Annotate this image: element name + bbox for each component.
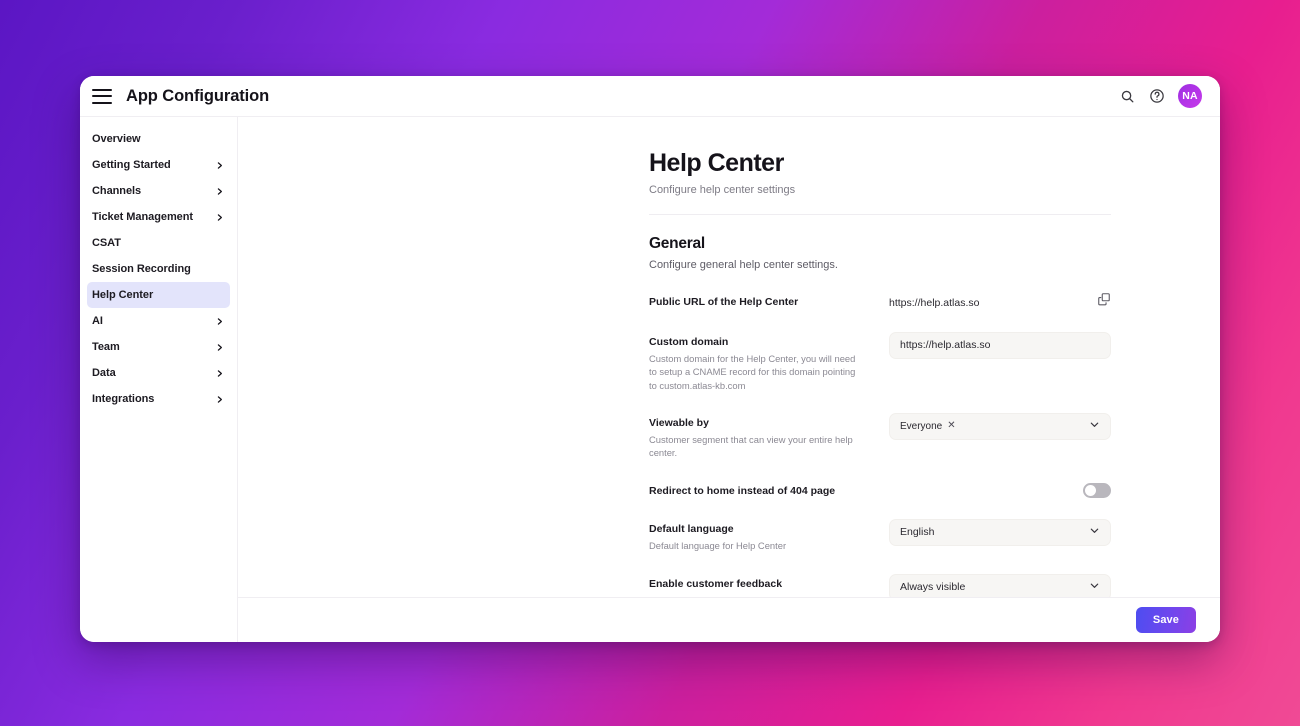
default-language-value: English	[900, 526, 935, 539]
sidebar-item-label: Overview	[92, 133, 141, 145]
customer-feedback-value: Always visible	[900, 581, 966, 593]
help-center-heading: Help Center	[649, 149, 784, 177]
sidebar-item-label: Ticket Management	[92, 211, 194, 223]
viewable-by-chips: Everyone ✕	[900, 419, 1081, 434]
setting-public-url: Public URL of the Help Center https://he…	[649, 292, 1111, 311]
content-area: Help Center Configure help center settin…	[238, 117, 1220, 642]
sidebar-item-label: Session Recording	[92, 263, 191, 275]
default-language-select[interactable]: English	[889, 518, 1111, 546]
custom-domain-input[interactable]: https://help.atlas.so	[889, 331, 1111, 359]
chevron-right-icon	[215, 187, 224, 196]
setting-customer-feedback: Enable customer feedback Allows customer…	[649, 573, 1111, 598]
sidebar-item-label: CSAT	[92, 237, 121, 249]
content-scroll-region[interactable]: Help Center Configure help center settin…	[238, 117, 1220, 597]
setting-title: Enable customer feedback	[649, 577, 783, 590]
help-center-subheading: Configure help center settings	[649, 183, 796, 196]
chevron-down-icon	[1089, 525, 1100, 539]
setting-redirect-home: Redirect to home instead of 404 page	[649, 481, 1111, 498]
topbar-actions: NA	[1118, 84, 1202, 108]
chip-label: Everyone	[900, 420, 943, 432]
setting-label-col: Custom domain Custom domain for the Help…	[649, 332, 861, 392]
sidebar-item-label: AI	[92, 315, 103, 327]
chevron-down-icon	[1089, 580, 1100, 594]
sidebar-item-session-recording[interactable]: Session Recording	[87, 256, 230, 282]
public-url-value: https://help.atlas.so	[889, 296, 980, 309]
setting-viewable-by: Viewable by Customer segment that can vi…	[649, 412, 1111, 460]
copy-icon[interactable]	[1097, 292, 1111, 311]
chevron-right-icon	[215, 395, 224, 404]
general-section-heading: General	[649, 234, 705, 252]
sidebar-item-ai[interactable]: AI	[87, 308, 230, 334]
sidebar-item-help-center[interactable]: Help Center	[87, 282, 230, 308]
customer-feedback-select[interactable]: Always visible	[889, 573, 1111, 597]
setting-label-col: Viewable by Customer segment that can vi…	[649, 413, 861, 460]
sidebar-item-label: Channels	[92, 185, 142, 197]
setting-control-col	[889, 481, 1111, 498]
footer-bar: Save	[238, 597, 1220, 642]
setting-description: Customer segment that can view your enti…	[649, 434, 853, 459]
avatar[interactable]: NA	[1178, 84, 1202, 108]
redirect-home-toggle[interactable]	[1083, 482, 1111, 498]
page-title: App Configuration	[126, 86, 270, 105]
sidebar-item-overview[interactable]: Overview	[87, 126, 230, 152]
setting-label-col: Default language Default language for He…	[649, 519, 861, 553]
sidebar-item-team[interactable]: Team	[87, 334, 230, 360]
sidebar-item-label: Getting Started	[92, 159, 171, 171]
sidebar-item-label: Help Center	[92, 289, 154, 301]
save-button[interactable]: Save	[1135, 607, 1196, 633]
body-split: Overview Getting Started Channels Ticket…	[80, 117, 1220, 642]
sidebar-item-channels[interactable]: Channels	[87, 178, 230, 204]
setting-control-col: Everyone ✕	[889, 412, 1111, 440]
sidebar-item-data[interactable]: Data	[87, 360, 230, 386]
sidebar-item-getting-started[interactable]: Getting Started	[87, 152, 230, 178]
chevron-right-icon	[215, 317, 224, 326]
sidebar-item-csat[interactable]: CSAT	[87, 230, 230, 256]
setting-label-col: Enable customer feedback Allows customer…	[649, 574, 861, 598]
setting-title: Public URL of the Help Center	[649, 295, 799, 308]
sidebar-item-label: Team	[92, 341, 120, 353]
setting-title: Default language	[649, 522, 734, 535]
chip[interactable]: Everyone ✕	[900, 419, 962, 434]
public-url-value-row: https://help.atlas.so	[889, 292, 1111, 311]
setting-control-col: https://help.atlas.so	[889, 292, 1111, 311]
content-inner: Help Center Configure help center settin…	[649, 149, 1111, 597]
sidebar-item-label: Integrations	[92, 393, 155, 405]
setting-title: Redirect to home instead of 404 page	[649, 484, 836, 497]
setting-label-col: Redirect to home instead of 404 page	[649, 481, 861, 498]
chevron-down-icon	[1089, 419, 1100, 433]
header-divider	[649, 213, 1111, 215]
help-circle-icon[interactable]	[1148, 87, 1166, 105]
custom-domain-value: https://help.atlas.so	[900, 339, 991, 352]
chevron-right-icon	[215, 369, 224, 378]
setting-default-language: Default language Default language for He…	[649, 518, 1111, 553]
sidebar-item-label: Data	[92, 367, 116, 379]
top-bar: App Configuration NA	[80, 76, 1220, 117]
search-icon[interactable]	[1118, 87, 1136, 105]
setting-description: Allows customers to vote on whether or n…	[649, 594, 861, 597]
sidebar-item-integrations[interactable]: Integrations	[87, 386, 230, 412]
viewable-by-select[interactable]: Everyone ✕	[889, 412, 1111, 440]
setting-title: Custom domain	[649, 335, 729, 348]
setting-control-col: https://help.atlas.so	[889, 331, 1111, 359]
setting-description: Custom domain for the Help Center, you w…	[649, 352, 856, 391]
setting-custom-domain: Custom domain Custom domain for the Help…	[649, 331, 1111, 392]
setting-control-col: Always visible	[889, 573, 1111, 597]
close-icon[interactable]: ✕	[947, 421, 955, 431]
hamburger-menu-icon[interactable]	[92, 88, 112, 104]
chevron-right-icon	[215, 161, 224, 170]
sidebar: Overview Getting Started Channels Ticket…	[80, 117, 238, 642]
chevron-right-icon	[215, 343, 224, 352]
setting-control-col: English	[889, 518, 1111, 546]
toggle-knob	[1085, 484, 1096, 496]
app-window: App Configuration NA Overview Getting St…	[80, 76, 1220, 642]
setting-description: Default language for Help Center	[649, 540, 787, 552]
setting-label-col: Public URL of the Help Center	[649, 292, 861, 309]
setting-title: Viewable by	[649, 416, 709, 429]
chevron-right-icon	[215, 213, 224, 222]
sidebar-item-ticket-management[interactable]: Ticket Management	[87, 204, 230, 230]
general-section-subheading: Configure general help center settings.	[649, 258, 838, 271]
